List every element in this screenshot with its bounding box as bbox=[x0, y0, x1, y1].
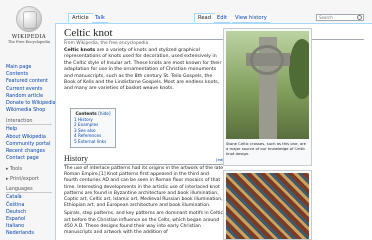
knot-pattern-figure bbox=[223, 170, 312, 240]
tab-read[interactable]: Read bbox=[194, 13, 216, 23]
sidebar-item-recent-changes[interactable]: Recent changes bbox=[6, 148, 52, 155]
sidebar-print-header[interactable]: Print/export bbox=[6, 176, 52, 182]
cross-ring bbox=[250, 45, 284, 75]
table-of-contents: Contents [hide] 1 History 2 Examples 3 S… bbox=[70, 108, 116, 148]
sidebar-languages-header: Languages bbox=[6, 186, 52, 194]
sidebar-item-donate[interactable]: Donate to Wikipedia bbox=[6, 100, 56, 107]
main-content: Celtic knot From Wikipedia, the free enc… bbox=[55, 23, 372, 240]
sidebar-interaction-header: Interaction bbox=[6, 118, 52, 126]
tab-view-history[interactable]: View history bbox=[232, 14, 270, 23]
sidebar-language-link[interactable]: Español bbox=[6, 216, 52, 223]
sidebar-item-current-events[interactable]: Current events bbox=[6, 86, 52, 93]
sidebar-item-featured-content[interactable]: Featured content bbox=[6, 78, 52, 85]
tab-edit[interactable]: Edit bbox=[214, 14, 231, 23]
tab-talk[interactable]: Talk bbox=[92, 14, 108, 23]
page-title: Celtic knot bbox=[64, 27, 113, 39]
logo-tagline: The Free Encyclopedia bbox=[8, 40, 50, 44]
sidebar-tools-header[interactable]: Tools bbox=[6, 166, 52, 172]
tab-article[interactable]: Article bbox=[68, 13, 93, 23]
sidebar-item-main-page[interactable]: Main page bbox=[6, 64, 52, 71]
section-heading-history: History bbox=[64, 154, 224, 165]
celtic-cross-photo[interactable] bbox=[226, 31, 309, 139]
sidebar-item-wikimedia-shop[interactable]: Wikimedia Shop bbox=[6, 107, 52, 114]
sidebar-language-link[interactable]: Nederlands bbox=[6, 230, 52, 237]
celtic-cross-figure: Stone Celtic crosses, such as this one, … bbox=[223, 28, 312, 166]
wikipedia-logo[interactable]: WIKIPEDIA The Free Encyclopedia bbox=[4, 4, 54, 54]
article-term: Celtic knots bbox=[64, 48, 96, 53]
title-divider bbox=[64, 39, 364, 40]
sidebar-language-link[interactable]: Čeština bbox=[6, 202, 52, 209]
sidebar-language-link[interactable]: Català bbox=[6, 194, 52, 201]
history-section: The use of interlace patterns had its or… bbox=[64, 166, 224, 236]
background-tree bbox=[289, 39, 309, 99]
sidebar-item-contact-page[interactable]: Contact page bbox=[6, 155, 52, 162]
sidebar-item-contents[interactable]: Contents bbox=[6, 71, 52, 78]
sidebar-language-link[interactable]: Italiano bbox=[6, 223, 52, 230]
history-paragraph: The use of interlace patterns had its or… bbox=[64, 166, 224, 209]
toc-title: Contents bbox=[75, 111, 97, 116]
intro-paragraph: Celtic knots are a variety of knots and … bbox=[64, 48, 222, 93]
sidebar-language-link[interactable]: Deutsch bbox=[6, 209, 52, 216]
toc-hide-link[interactable]: [hide] bbox=[98, 111, 110, 116]
sidebar-item-help[interactable]: Help bbox=[6, 126, 52, 133]
history-paragraph: Spirals, step patterns, and key patterns… bbox=[64, 211, 223, 236]
knot-pattern-photo[interactable] bbox=[226, 173, 309, 239]
page-tagline: From Wikipedia, the free encyclopedia bbox=[64, 41, 149, 46]
sidebar-item-random-article[interactable]: Random article bbox=[6, 93, 52, 100]
figure-caption: Stone Celtic crosses, such as this one, … bbox=[226, 141, 306, 156]
sidebar: Main page Contents Featured content Curr… bbox=[6, 64, 56, 238]
intro-text: are a variety of knots and stylized grap… bbox=[64, 48, 222, 92]
search-icon[interactable] bbox=[357, 15, 362, 20]
page-tabs: Article Talk Read Edit View history bbox=[66, 13, 368, 23]
toc-item-external-links[interactable]: 5 External links bbox=[74, 139, 112, 145]
puzzle-globe-icon bbox=[16, 6, 42, 32]
sidebar-item-community-portal[interactable]: Community portal bbox=[6, 141, 52, 148]
sidebar-item-about[interactable]: About Wikipedia bbox=[6, 134, 52, 141]
